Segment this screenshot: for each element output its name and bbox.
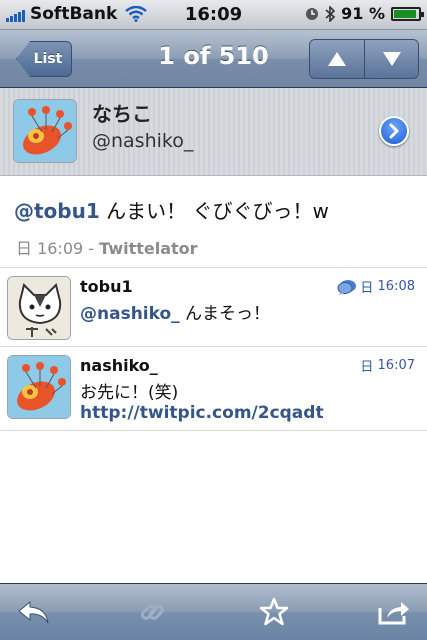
triangle-down-icon [382, 52, 401, 66]
status-bar: SoftBank 16:09 91 % [0, 0, 427, 30]
conversation-row[interactable]: nashiko_ 日 16:07 お先に！(笑) http://twitpic.… [0, 348, 427, 431]
reply-text: お先に！(笑) [80, 378, 178, 403]
battery-percent: 91 % [341, 4, 385, 23]
reply-author: tobu1 [80, 277, 133, 296]
favorite-button[interactable] [254, 594, 294, 630]
reply-timestamp: 日 16:07 [360, 356, 415, 375]
bluetooth-icon [325, 5, 336, 22]
chevron-right-icon [389, 123, 399, 139]
reply-avatar [7, 276, 71, 340]
tweet-meta: 日 16:09 - Twittelator [16, 235, 198, 259]
battery-icon [391, 6, 424, 21]
reply-url-link[interactable]: http://twitpic.com/2cqadt [80, 403, 324, 423]
reply-author: nashiko_ [80, 356, 158, 375]
navigation-bar: List 1 of 510 [0, 30, 427, 88]
reply-mention-link[interactable]: @nashiko_ [80, 304, 180, 324]
tweet-source: Twittelator [99, 239, 198, 258]
reply-day: 日 [360, 360, 374, 375]
tweet-time: 16:09 [37, 239, 84, 258]
profile-avatar [13, 99, 77, 163]
chain-link-icon [140, 604, 164, 620]
share-arrow-icon [378, 602, 409, 625]
reply-body: んまそっ！ [179, 304, 271, 324]
alarm-clock-icon [306, 7, 319, 20]
next-tweet-button[interactable] [364, 40, 418, 78]
prev-next-segmented-control [309, 39, 419, 79]
reply-time: 16:08 [377, 279, 415, 294]
reply-bubble-icon [337, 279, 357, 295]
star-icon [259, 597, 289, 626]
reply-timestamp: 日 16:08 [337, 277, 415, 296]
reply-day: 日 [360, 281, 374, 296]
share-button[interactable] [374, 594, 414, 630]
reply-text: @nashiko_ んまそっ！ [80, 299, 270, 324]
reply-body: お先に！(笑) [80, 383, 179, 403]
bottom-toolbar [0, 583, 427, 640]
fish-avatar-image [14, 100, 76, 162]
previous-tweet-button[interactable] [310, 40, 364, 78]
reply-button[interactable] [14, 594, 54, 630]
tweet-day: 日 [16, 239, 33, 258]
conversation-row[interactable]: tobu1 日 16:08 @nashiko_ んまそっ！ [0, 269, 427, 347]
triangle-up-icon [328, 52, 346, 66]
fish-avatar-image [8, 356, 70, 418]
cat-sketch-avatar-image [8, 277, 70, 339]
tweet-body: んまい！ ぐびぐびっ！w [99, 199, 329, 223]
reply-avatar [7, 355, 71, 419]
profile-handle: @nashiko_ [92, 130, 194, 152]
reply-time: 16:07 [377, 358, 415, 373]
profile-name: なちこ [92, 102, 152, 126]
profile-disclosure-button[interactable] [379, 116, 409, 146]
main-tweet: @tobu1 んまい！ ぐびぐびっ！w 日 16:09 - Twittelato… [0, 177, 427, 268]
tweet-text: @tobu1 んまい！ ぐびぐびっ！w [14, 195, 329, 224]
reply-arrow-icon [18, 600, 49, 624]
profile-header[interactable]: なちこ @nashiko_ [0, 88, 427, 176]
tweet-meta-separator: - [83, 239, 100, 258]
link-button[interactable] [132, 594, 172, 630]
tweet-mention-link[interactable]: @tobu1 [14, 199, 100, 223]
